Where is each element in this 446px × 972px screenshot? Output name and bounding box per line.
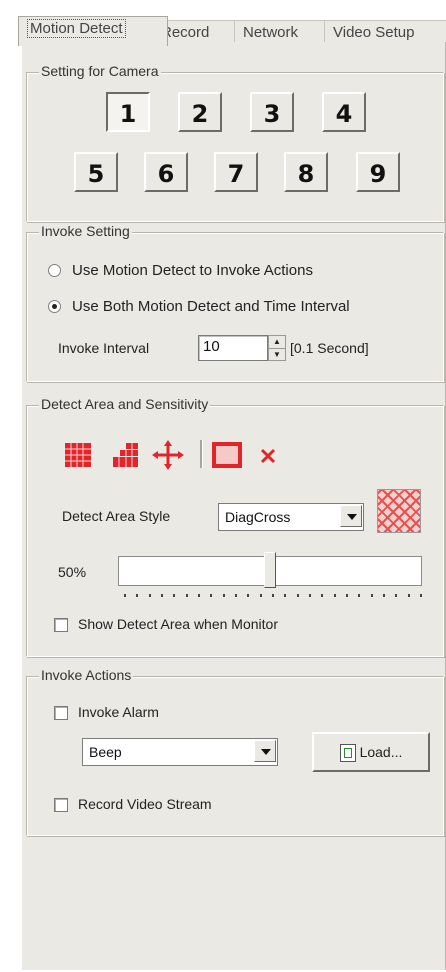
invoke-actions-title: Invoke Actions bbox=[39, 667, 134, 683]
toolbar-separator bbox=[200, 440, 203, 468]
slider-tick bbox=[309, 594, 311, 597]
detect-area-style-label: Detect Area Style bbox=[62, 508, 171, 524]
slider-tick bbox=[333, 594, 336, 597]
pattern-preview-swatch bbox=[377, 489, 421, 533]
camera-8-button[interactable]: 8 bbox=[284, 152, 328, 192]
slider-tick bbox=[395, 594, 398, 597]
camera-7-button[interactable]: 7 bbox=[214, 152, 258, 192]
spin-up-icon[interactable]: ▲ bbox=[269, 336, 285, 348]
grid-fill-icon[interactable] bbox=[64, 442, 92, 468]
slider-tick bbox=[235, 594, 237, 597]
radio-both[interactable] bbox=[48, 300, 61, 313]
radio-motion-detect-label: Use Motion Detect to Invoke Actions bbox=[72, 262, 313, 279]
camera-4-button[interactable]: 4 bbox=[322, 92, 366, 132]
slider-tick bbox=[198, 594, 200, 597]
invoke-setting-title: Invoke Setting bbox=[39, 223, 132, 239]
tab-motion-detect[interactable]: Motion Detect bbox=[18, 16, 168, 46]
slider-tick bbox=[124, 594, 126, 597]
load-button-label: Load... bbox=[359, 744, 403, 760]
dropdown-arrow-icon[interactable] bbox=[340, 505, 362, 527]
slider-tick bbox=[420, 594, 422, 597]
dropdown-arrow-icon[interactable] bbox=[254, 740, 276, 762]
slider-tick bbox=[259, 594, 262, 597]
camera-group: Setting for Camera bbox=[26, 63, 444, 222]
camera-5-button[interactable]: 5 bbox=[74, 152, 118, 192]
slider-tick bbox=[173, 594, 176, 597]
sensitivity-slider-thumb[interactable] bbox=[264, 552, 276, 588]
slider-tick bbox=[296, 594, 299, 597]
show-area-label: Show Detect Area when Monitor bbox=[78, 616, 278, 632]
detect-area-title: Detect Area and Sensitivity bbox=[39, 396, 211, 412]
slider-tick bbox=[148, 594, 151, 597]
slider-tick bbox=[247, 594, 250, 597]
slider-tick bbox=[185, 594, 188, 597]
camera-2-button[interactable]: 2 bbox=[178, 92, 222, 132]
record-video-label: Record Video Stream bbox=[78, 796, 212, 812]
slider-tick bbox=[370, 594, 373, 597]
spin-down-icon[interactable]: ▼ bbox=[269, 348, 285, 361]
slider-tick bbox=[383, 594, 385, 597]
detect-area-style-select[interactable]: DiagCross bbox=[218, 503, 364, 531]
invoke-alarm-label: Invoke Alarm bbox=[78, 704, 159, 720]
radio-motion-detect[interactable] bbox=[48, 264, 61, 277]
delete-x-icon[interactable] bbox=[260, 448, 276, 464]
camera-group-title: Setting for Camera bbox=[39, 63, 161, 79]
grid-partial-icon[interactable] bbox=[112, 442, 140, 468]
square-outline-icon[interactable] bbox=[212, 442, 242, 468]
show-area-checkbox[interactable] bbox=[54, 618, 68, 632]
slider-tick bbox=[284, 594, 287, 597]
load-file-icon bbox=[339, 744, 356, 763]
slider-tick bbox=[161, 594, 163, 597]
slider-tick bbox=[358, 594, 361, 597]
load-button[interactable]: Load... bbox=[312, 732, 430, 772]
invoke-interval-spinner[interactable]: ▲ ▼ bbox=[268, 335, 286, 361]
slider-ticks bbox=[124, 594, 422, 600]
invoke-interval-unit: [0.1 Second] bbox=[290, 340, 369, 356]
slider-tick bbox=[222, 594, 225, 597]
camera-3-button[interactable]: 3 bbox=[250, 92, 294, 132]
slider-tick bbox=[136, 594, 139, 597]
slider-tick bbox=[272, 594, 274, 597]
camera-9-button[interactable]: 9 bbox=[356, 152, 400, 192]
tab-motion-detect-label: Motion Detect bbox=[27, 19, 126, 38]
detect-area-style-value: DiagCross bbox=[225, 509, 291, 525]
camera-1-button[interactable]: 1 bbox=[106, 92, 150, 132]
slider-tick bbox=[321, 594, 324, 597]
slider-tick bbox=[407, 594, 410, 597]
radio-both-label: Use Both Motion Detect and Time Interval bbox=[72, 298, 350, 315]
camera-6-button[interactable]: 6 bbox=[144, 152, 188, 192]
invoke-alarm-checkbox[interactable] bbox=[54, 706, 68, 720]
invoke-interval-label: Invoke Interval bbox=[58, 340, 150, 356]
move-cross-icon[interactable] bbox=[152, 440, 184, 470]
tab-bar: Motion Detect Record Network Video Setup bbox=[18, 14, 446, 46]
slider-tick bbox=[210, 594, 213, 597]
invoke-interval-input[interactable]: 10 bbox=[198, 335, 268, 361]
slider-tick bbox=[346, 594, 348, 597]
alarm-sound-value: Beep bbox=[89, 744, 122, 760]
alarm-sound-select[interactable]: Beep bbox=[82, 738, 278, 766]
record-video-checkbox[interactable] bbox=[54, 798, 68, 812]
sensitivity-label: 50% bbox=[58, 564, 87, 580]
